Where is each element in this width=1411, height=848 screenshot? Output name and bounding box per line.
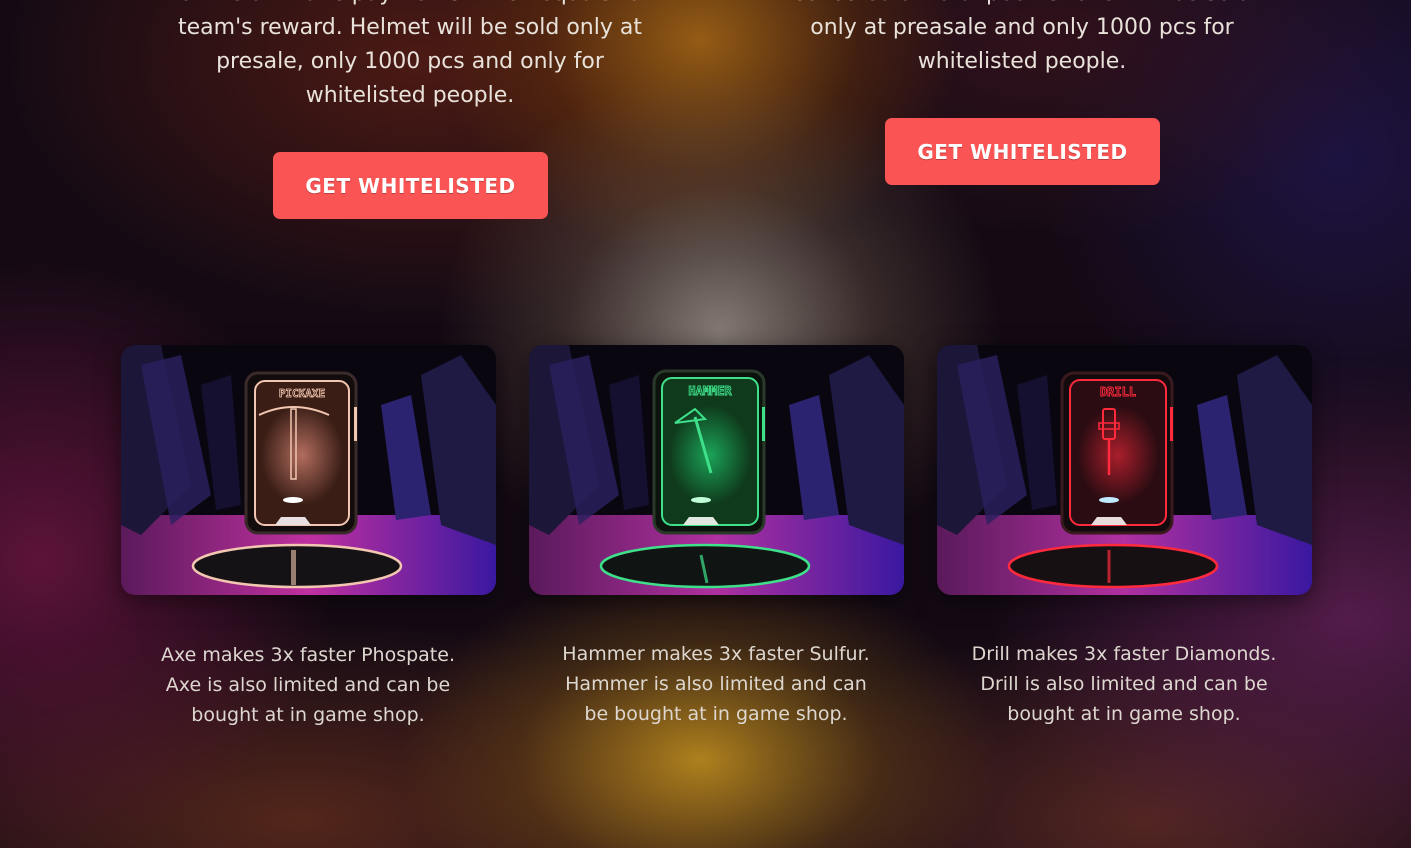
description-line: bought at in game shop. — [191, 704, 425, 726]
shovel-promo-text: collected at total pool. Shovel will be … — [772, 0, 1272, 79]
drill-card-image: DRILL — [937, 345, 1312, 595]
get-whitelisted-button-helmet[interactable]: GET WHITELISTED — [273, 152, 548, 219]
promo-line: of the all matic payments which equals t… — [160, 0, 660, 11]
description-line: Hammer is also limited and can — [565, 673, 867, 695]
helmet-promo-text: of the all matic payments which equals t… — [160, 0, 660, 113]
drill-description: Drill makes 3x faster Diamonds. Drill is… — [964, 639, 1284, 729]
pickaxe-card-image: PICKAXE — [121, 345, 496, 595]
description-line: Axe is also limited and can be — [165, 674, 451, 696]
description-line: bought at in game shop. — [1007, 703, 1241, 725]
hammer-card-image: HAMMER — [529, 345, 904, 595]
drill-scene: DRILL — [937, 345, 1312, 595]
pickaxe-scene: PICKAXE — [121, 345, 496, 595]
description-line: Hammer makes 3x faster Sulfur. — [562, 643, 870, 665]
description-line: Drill is also limited and can be — [980, 673, 1268, 695]
hammer-scene: HAMMER — [529, 345, 904, 595]
promo-line: presale, only 1000 pcs and only for — [216, 49, 604, 74]
hammer-description: Hammer makes 3x faster Sulfur. Hammer is… — [556, 639, 876, 729]
promo-line: team's reward. Helmet will be sold only … — [178, 15, 642, 40]
pickaxe-description: Axe makes 3x faster Phospate. Axe is als… — [148, 640, 468, 730]
promo-line: only at preasale and only 1000 pcs for — [810, 15, 1234, 40]
promo-line: collected at total pool. Shovel will be … — [772, 0, 1272, 11]
page-content: of the all matic payments which equals t… — [0, 0, 1411, 848]
description-line: Axe makes 3x faster Phospate. — [161, 644, 455, 666]
drill-sign: DRILL — [1100, 385, 1136, 399]
promo-line: whitelisted people. — [917, 49, 1127, 74]
description-line: Drill makes 3x faster Diamonds. — [971, 643, 1277, 665]
promo-line: whitelisted people. — [305, 83, 515, 108]
pickaxe-sign: PICKAXE — [279, 387, 325, 400]
description-line: be bought at in game shop. — [584, 703, 848, 725]
hammer-sign: HAMMER — [688, 384, 732, 398]
get-whitelisted-button-shovel[interactable]: GET WHITELISTED — [885, 118, 1160, 185]
